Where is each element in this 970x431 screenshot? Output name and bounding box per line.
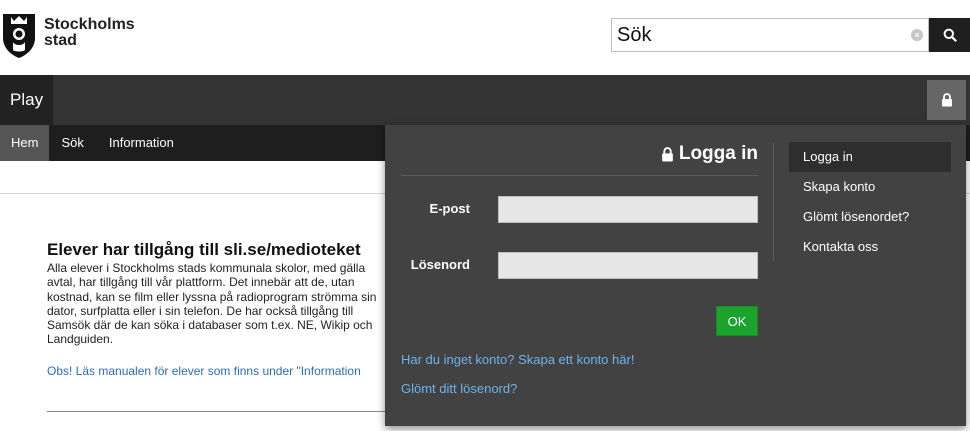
email-field[interactable] — [498, 196, 758, 223]
login-title-text: Logga in — [678, 143, 758, 164]
menu-item-glomt-losenordet[interactable]: Glömt lösenordet? — [789, 202, 951, 232]
menu-divider — [773, 143, 774, 261]
login-toggle-button[interactable] — [927, 80, 966, 120]
top-bar: Play — [0, 75, 970, 125]
forgot-password-link[interactable]: Glömt ditt lösenord? — [401, 381, 517, 396]
search-bar: × — [611, 18, 970, 52]
clear-search-icon[interactable]: × — [911, 29, 923, 41]
menu-item-kontakta-oss[interactable]: Kontakta oss — [789, 232, 951, 262]
search-button[interactable] — [929, 18, 970, 52]
logo-wordmark: Stockholms stad — [44, 17, 135, 49]
article-paragraph: Alla elever i Stockholms stads kommunala… — [47, 261, 377, 347]
login-dropdown: Logga in E-post Lösenord OK Har du inget… — [385, 125, 966, 426]
login-title-divider — [401, 175, 758, 176]
search-icon — [943, 28, 957, 42]
password-label: Lösenord — [410, 257, 470, 272]
lock-icon — [941, 93, 952, 107]
logo-line-2: stad — [44, 32, 77, 49]
login-title: Logga in — [385, 143, 758, 165]
crest-icon — [3, 14, 35, 58]
lock-icon — [661, 146, 673, 161]
menu-item-skapa-konto[interactable]: Skapa konto — [789, 172, 951, 202]
ok-button[interactable]: OK — [716, 306, 758, 336]
create-account-link[interactable]: Har du inget konto? Skapa ett konto här! — [401, 352, 634, 367]
nav-item-information[interactable]: Information — [98, 125, 185, 161]
search-input[interactable] — [611, 18, 929, 52]
password-field[interactable] — [498, 252, 758, 279]
stockholms-stad-logo[interactable]: Stockholms stad — [0, 12, 135, 60]
nav-item-hem[interactable]: Hem — [0, 125, 50, 161]
site-header: Stockholms stad × — [0, 0, 970, 75]
login-side-menu: Logga in Skapa konto Glömt lösenordet? K… — [789, 142, 951, 262]
logo-line-1: Stockholms — [44, 16, 135, 33]
content-divider — [47, 411, 387, 412]
nav-item-sok[interactable]: Sök — [49, 125, 97, 161]
page: Stockholms stad × Play Hem S — [0, 0, 970, 431]
menu-item-logga-in[interactable]: Logga in — [789, 142, 951, 172]
email-label: E-post — [429, 201, 470, 216]
brand-play[interactable]: Play — [0, 75, 53, 125]
